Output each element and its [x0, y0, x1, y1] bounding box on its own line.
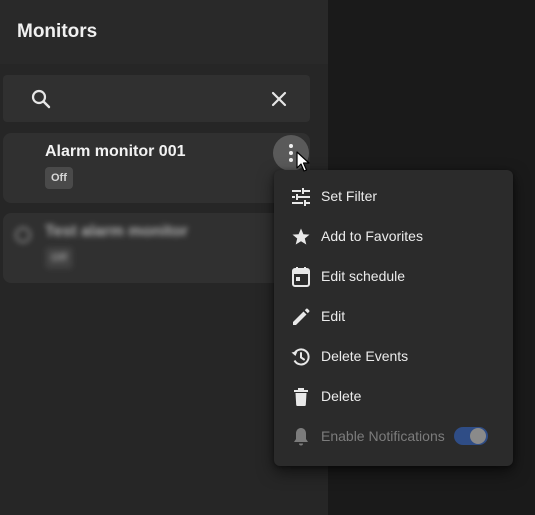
toggle-knob [470, 428, 486, 444]
calendar-icon [292, 267, 310, 287]
monitor-card[interactable]: Alarm monitor 001 Off [3, 133, 310, 203]
monitor-card[interactable]: Test alarm monitor Off [3, 213, 310, 283]
menu-item-delete-events[interactable]: Delete Events [274, 337, 513, 377]
search-input[interactable] [65, 85, 259, 114]
menu-item-label: Edit [321, 308, 346, 324]
menu-item-label: Enable Notifications [321, 428, 445, 444]
notifications-toggle[interactable] [454, 427, 488, 445]
monitor-icon [15, 227, 31, 243]
menu-item-edit-schedule[interactable]: Edit schedule [274, 257, 513, 297]
monitor-name: Test alarm monitor [45, 223, 188, 240]
close-icon[interactable] [267, 87, 291, 111]
panel-header: Monitors [0, 0, 328, 64]
context-menu: Set Filter Add to Favorites Edit schedul… [274, 170, 513, 466]
menu-item-set-filter[interactable]: Set Filter [274, 177, 513, 217]
menu-item-edit[interactable]: Edit [274, 297, 513, 337]
menu-item-delete[interactable]: Delete [274, 377, 513, 417]
trash-icon [294, 388, 308, 406]
pencil-icon [293, 308, 310, 325]
star-icon [292, 228, 310, 245]
status-badge: Off [45, 167, 73, 189]
menu-item-label: Delete Events [321, 348, 409, 364]
history-icon [291, 348, 310, 366]
monitor-name: Alarm monitor 001 [45, 143, 186, 160]
page-title: Monitors [17, 21, 98, 42]
search-bar [3, 75, 310, 122]
search-icon [31, 89, 51, 109]
tune-icon [292, 188, 310, 206]
menu-item-label: Edit schedule [321, 268, 406, 284]
app-root: Monitors Alarm monitor 001 Off Test alar… [0, 0, 535, 515]
mouse-cursor-icon [296, 151, 310, 172]
menu-item-enable-notifications[interactable]: Enable Notifications [274, 417, 513, 457]
status-badge: Off [45, 247, 73, 269]
menu-item-label: Add to Favorites [321, 228, 423, 244]
bell-icon [294, 428, 308, 446]
menu-item-add-to-favorites[interactable]: Add to Favorites [274, 217, 513, 257]
menu-item-label: Delete [321, 388, 362, 404]
menu-item-label: Set Filter [321, 188, 378, 204]
